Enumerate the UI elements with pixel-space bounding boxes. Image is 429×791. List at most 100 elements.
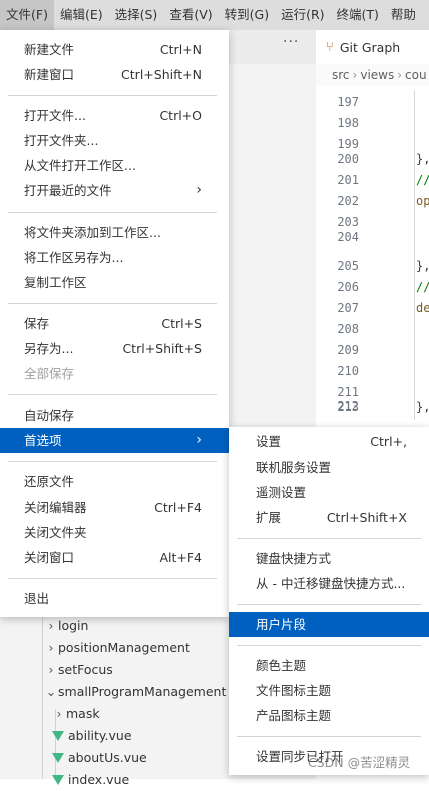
- menu-go[interactable]: 转到(G): [219, 0, 275, 30]
- menu-item-shortcut: Ctrl+O: [159, 108, 202, 123]
- tree-label: ability.vue: [68, 728, 132, 743]
- menu-help[interactable]: 帮助: [385, 0, 422, 30]
- menu-separator: [8, 461, 217, 462]
- menu-separator: [237, 736, 421, 737]
- menu-item-new-window[interactable]: 新建窗口 Ctrl+Shift+N: [0, 62, 229, 87]
- menu-item-auto-save[interactable]: 自动保存: [0, 403, 229, 428]
- code-line: de: [416, 301, 429, 315]
- menu-separator: [8, 578, 217, 579]
- code-line: //: [416, 173, 429, 187]
- menu-item-open-file[interactable]: 打开文件... Ctrl+O: [0, 103, 229, 128]
- tab-git-graph[interactable]: ⑂ Git Graph: [316, 30, 429, 64]
- chevron-right-icon: ›: [196, 182, 202, 198]
- tree-label: login: [58, 618, 89, 633]
- tree-label: index.vue: [68, 772, 130, 787]
- menu-item-preferences[interactable]: 首选项 ›: [0, 428, 229, 453]
- tree-file-aboutus[interactable]: aboutUs.vue: [52, 747, 147, 769]
- breadcrumb-item[interactable]: views: [360, 68, 394, 82]
- line-number: 203: [337, 215, 359, 229]
- menu-edit[interactable]: 编辑(E): [54, 0, 109, 30]
- line-number: 202: [337, 194, 359, 208]
- submenu-item-keyboard-shortcuts[interactable]: 键盘快捷方式: [229, 546, 429, 571]
- tree-folder-setfocus[interactable]: › setFocus: [44, 659, 113, 681]
- file-menu-dropdown: 新建文件 Ctrl+N 新建窗口 Ctrl+Shift+N 打开文件... Ct…: [0, 30, 229, 617]
- menu-item-new-file[interactable]: 新建文件 Ctrl+N: [0, 37, 229, 62]
- menu-terminal[interactable]: 终端(T): [331, 0, 385, 30]
- menu-item-duplicate-workspace[interactable]: 复制工作区: [0, 270, 229, 295]
- menu-item-shortcut: Ctrl+F4: [154, 500, 202, 515]
- line-number: 211: [337, 385, 359, 399]
- breadcrumb: src › views › cou: [316, 64, 429, 86]
- breadcrumb-item[interactable]: src: [332, 68, 350, 82]
- tree-folder-smallprogrammanagement[interactable]: ⌄ smallProgramManagement: [44, 681, 227, 703]
- menu-item-shortcut: Alt+F4: [159, 550, 202, 565]
- menu-item-label: 关闭文件夹: [24, 525, 87, 540]
- tree-file-index[interactable]: index.vue: [52, 769, 129, 791]
- menu-item-label: 用户片段: [256, 617, 307, 632]
- menu-file[interactable]: 文件(F): [0, 0, 54, 30]
- submenu-item-migrate-keybindings[interactable]: 从 - 中迁移键盘快捷方式...: [229, 571, 429, 596]
- menu-view[interactable]: 查看(V): [163, 0, 218, 30]
- breadcrumb-item[interactable]: cou: [405, 68, 427, 82]
- menu-item-shortcut: Ctrl+Shift+X: [326, 510, 407, 525]
- menu-item-open-workspace[interactable]: 从文件打开工作区...: [0, 153, 229, 178]
- menu-item-label: 遥测设置: [256, 485, 307, 500]
- menu-item-label: 产品图标主题: [256, 708, 332, 723]
- menu-item-save-as[interactable]: 另存为... Ctrl+Shift+S: [0, 336, 229, 361]
- menu-item-shortcut: Ctrl+Shift+N: [121, 67, 202, 82]
- menu-item-save-all: 全部保存: [0, 361, 229, 386]
- tree-folder-login[interactable]: › login: [44, 615, 89, 637]
- menu-item-label: 另存为...: [24, 341, 74, 356]
- chevron-right-icon: ›: [56, 706, 62, 721]
- tree-label: setFocus: [58, 662, 113, 677]
- tree-folder-positionmanagement[interactable]: › positionManagement: [44, 637, 190, 659]
- menu-item-close-folder[interactable]: 关闭文件夹: [0, 520, 229, 545]
- menu-item-save-workspace-as[interactable]: 将工作区另存为...: [0, 245, 229, 270]
- submenu-item-extensions[interactable]: 扩展 Ctrl+Shift+X: [229, 505, 429, 530]
- preferences-submenu: 设置 Ctrl+, 联机服务设置 遥测设置 扩展 Ctrl+Shift+X 键盘…: [229, 427, 429, 775]
- vue-file-icon: [52, 730, 64, 741]
- submenu-item-user-snippets[interactable]: 用户片段: [229, 612, 429, 637]
- menu-separator: [237, 604, 421, 605]
- menu-item-label: 自动保存: [24, 408, 75, 423]
- submenu-item-product-icon-theme[interactable]: 产品图标主题: [229, 703, 429, 728]
- menu-item-add-folder-to-workspace[interactable]: 将文件夹添加到工作区...: [0, 220, 229, 245]
- menu-separator: [237, 538, 421, 539]
- menu-item-label: 将工作区另存为...: [24, 250, 124, 265]
- line-number: 205: [337, 259, 359, 273]
- more-actions-icon[interactable]: ···: [283, 34, 299, 50]
- menu-item-exit[interactable]: 退出: [0, 586, 229, 611]
- menu-run[interactable]: 运行(R): [275, 0, 330, 30]
- line-number: 209: [337, 343, 359, 357]
- menu-item-label: 扩展: [256, 510, 282, 525]
- submenu-item-file-icon-theme[interactable]: 文件图标主题: [229, 678, 429, 703]
- menu-item-shortcut: Ctrl+S: [161, 316, 202, 331]
- submenu-item-telemetry[interactable]: 遥测设置: [229, 480, 429, 505]
- tree-folder-mask[interactable]: › mask: [52, 703, 100, 725]
- code-line: //: [416, 280, 429, 294]
- menu-item-label: 从 - 中迁移键盘快捷方式...: [256, 576, 406, 591]
- submenu-item-online-services[interactable]: 联机服务设置: [229, 455, 429, 480]
- menu-item-revert-file[interactable]: 还原文件: [0, 469, 229, 494]
- menu-separator: [8, 95, 217, 96]
- menu-item-shortcut: Ctrl+,: [370, 434, 407, 449]
- tree-label: mask: [66, 706, 100, 721]
- menu-item-close-editor[interactable]: 关闭编辑器 Ctrl+F4: [0, 495, 229, 520]
- line-number: 200: [337, 152, 359, 166]
- menu-item-open-recent[interactable]: 打开最近的文件 ›: [0, 178, 229, 203]
- menu-item-label: 打开最近的文件: [24, 183, 112, 198]
- submenu-item-settings[interactable]: 设置 Ctrl+,: [229, 429, 429, 454]
- code-line: },: [416, 400, 429, 414]
- menu-item-save[interactable]: 保存 Ctrl+S: [0, 311, 229, 336]
- submenu-item-color-theme[interactable]: 颜色主题: [229, 653, 429, 678]
- watermark: CSDN @苦涩精灵: [308, 755, 411, 770]
- menu-separator: [8, 394, 217, 395]
- chevron-right-icon: ›: [397, 68, 403, 82]
- menu-selection[interactable]: 选择(S): [109, 0, 164, 30]
- menubar: 文件(F) 编辑(E) 选择(S) 查看(V) 转到(G) 运行(R) 终端(T…: [0, 0, 429, 30]
- menu-item-open-folder[interactable]: 打开文件夹...: [0, 128, 229, 153]
- menu-item-label: 复制工作区: [24, 275, 87, 290]
- chevron-right-icon: ›: [48, 618, 54, 633]
- menu-item-close-window[interactable]: 关闭窗口 Alt+F4: [0, 545, 229, 570]
- tree-file-ability[interactable]: ability.vue: [52, 725, 132, 747]
